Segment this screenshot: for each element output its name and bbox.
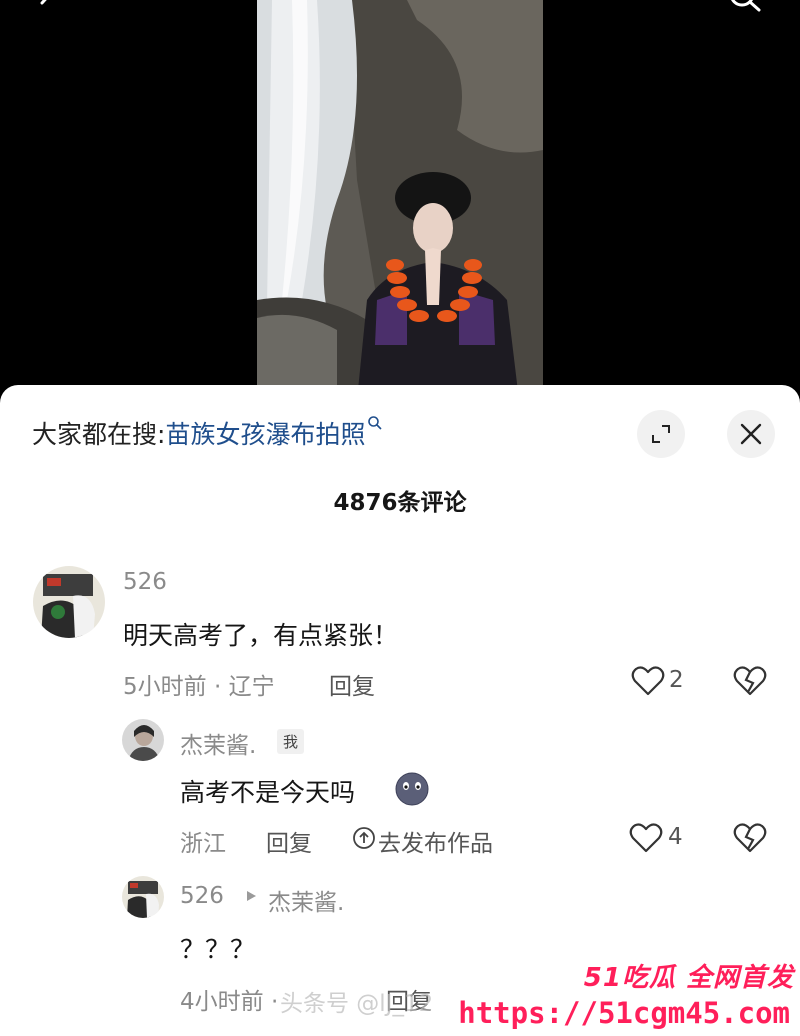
me-badge: 我	[277, 729, 305, 754]
site-watermark: 51吃瓜 全网首发 https://51cgm45.com	[454, 957, 794, 1030]
video-frame	[257, 0, 543, 400]
avatar-image	[122, 719, 164, 761]
like-count: 2	[669, 667, 684, 693]
reply-text: 高考不是今天吗	[180, 778, 356, 807]
search-suggestion[interactable]: 大家都在搜:苗族女孩瀑布拍照	[32, 415, 383, 451]
search-icon[interactable]	[726, 0, 764, 18]
watermark-brand: 51吃瓜 全网首发	[583, 963, 794, 993]
video-player[interactable]	[0, 0, 800, 400]
expand-button[interactable]	[637, 410, 685, 458]
search-suggestion-prefix: 大家都在搜:	[32, 420, 166, 449]
avatar[interactable]	[33, 566, 105, 638]
emoji-icon	[395, 772, 429, 806]
reply-to-user[interactable]: 杰茉酱.	[268, 883, 344, 917]
comment-text: 明天高考了，有点紧张！	[123, 621, 399, 650]
avatar-image	[122, 876, 164, 918]
reply-author[interactable]: 526	[180, 883, 224, 909]
expand-icon	[652, 425, 670, 443]
search-icon	[368, 416, 383, 430]
reply-meta: 4小时前 ·	[180, 989, 279, 1015]
search-suggestion-keyword[interactable]: 苗族女孩瀑布拍照	[165, 420, 365, 449]
reply-text: ？？？	[180, 935, 256, 964]
reply-button[interactable]: 回复	[329, 667, 375, 701]
back-icon[interactable]	[34, 0, 60, 16]
like-count: 4	[668, 824, 683, 850]
reply-author[interactable]: 杰茉酱.	[180, 726, 256, 760]
video-thumbnail-image	[257, 0, 543, 400]
reply-button[interactable]: 回复	[266, 824, 312, 858]
close-button[interactable]	[727, 410, 775, 458]
comment-count-title: 4876条评论	[333, 490, 467, 516]
comment-meta: 5小时前 · 辽宁	[123, 674, 275, 700]
reply-meta: 浙江	[180, 831, 226, 857]
heart-icon[interactable]	[631, 665, 665, 697]
platform-watermark: 头条号 @lJ_12	[280, 991, 434, 1017]
broken-heart-icon[interactable]	[733, 822, 767, 854]
broken-heart-icon[interactable]	[733, 665, 767, 697]
heart-icon[interactable]	[629, 822, 663, 854]
comment-author[interactable]: 526	[123, 569, 167, 595]
publish-work-button[interactable]: 去发布作品	[378, 824, 493, 858]
avatar[interactable]	[122, 876, 164, 918]
reply-arrow-icon	[247, 891, 256, 901]
upload-icon[interactable]	[352, 826, 376, 850]
avatar-image	[33, 566, 105, 638]
watermark-url: https://51cgm45.com	[454, 996, 794, 1030]
close-icon	[740, 423, 762, 445]
avatar[interactable]	[122, 719, 164, 761]
comments-sheet: 大家都在搜:苗族女孩瀑布拍照 4876条评论 526 明天高考了，有点紧张！ 5…	[0, 385, 800, 1036]
